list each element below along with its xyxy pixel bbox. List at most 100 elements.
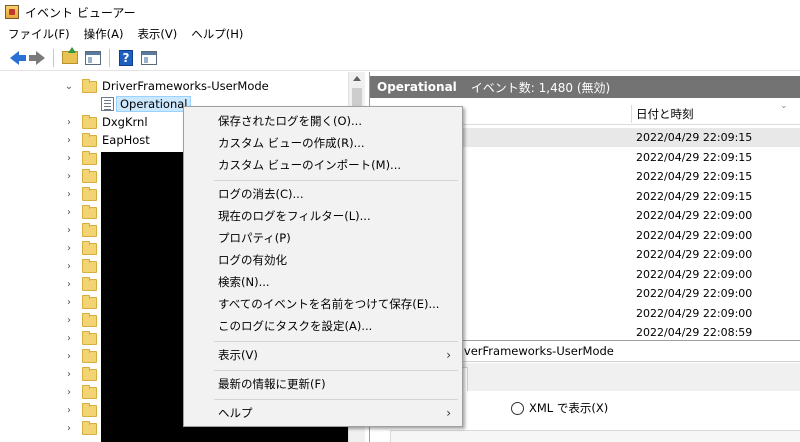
menu-item-label: カスタム ビューのインポート(M)... — [218, 158, 402, 172]
tree-item-label: EapHost — [102, 133, 150, 147]
menu-view[interactable]: 表示(V) — [130, 24, 184, 44]
menu-separator — [214, 180, 458, 181]
folder-icon — [82, 277, 97, 291]
chevron-right-icon[interactable]: › — [64, 423, 74, 434]
show-hide-action-pane-button[interactable] — [139, 48, 159, 68]
menu-separator — [214, 399, 458, 400]
menu-item-find[interactable]: 検索(N)... — [185, 271, 461, 293]
tree-item-label: DxgKrnl — [102, 115, 148, 129]
chevron-right-icon[interactable]: › — [64, 369, 74, 380]
scroll-up-icon[interactable] — [353, 76, 361, 81]
menu-item-attach-task[interactable]: このログにタスクを設定(A)... — [185, 315, 461, 337]
cell-date-time: 2022/04/29 22:09:00 — [636, 287, 753, 300]
chevron-right-icon[interactable]: › — [64, 135, 74, 146]
chevron-right-icon[interactable]: › — [64, 117, 74, 128]
event-count: イベント数: 1,480 (無効) — [470, 80, 611, 95]
menu-help[interactable]: ヘルプ(H) — [184, 24, 250, 44]
menu-separator — [214, 370, 458, 371]
cell-date-time: 2022/04/29 22:09:15 — [636, 131, 753, 144]
menu-item-refresh[interactable]: 最新の情報に更新(F) — [185, 373, 461, 395]
event-detail-source: riverFrameworks-UserMode — [456, 344, 614, 358]
cell-date-time: 2022/04/29 22:09:15 — [636, 189, 753, 203]
folder-up-icon — [62, 47, 78, 64]
folder-icon — [82, 115, 97, 129]
xml-view-option[interactable]: XML で表示(X) — [511, 400, 608, 416]
menu-item-label: ログの有効化 — [218, 253, 287, 267]
cell-date-time: 2022/04/29 22:09:00 — [636, 267, 753, 281]
log-name: Operational — [377, 80, 457, 94]
xml-view-label: XML で表示(X) — [529, 401, 609, 415]
menu-item-label: すべてのイベントを名前をつけて保存(E)... — [218, 297, 440, 311]
up-one-level-button[interactable] — [60, 47, 80, 68]
menu-item-properties[interactable]: プロパティ(P) — [185, 227, 461, 249]
menu-action[interactable]: 操作(A) — [77, 24, 131, 44]
help-button[interactable]: ? — [116, 48, 136, 68]
chevron-right-icon[interactable]: › — [64, 207, 74, 218]
tree-item-driverframeworks[interactable]: ⌄ DriverFrameworks-UserMode — [0, 77, 365, 95]
chevron-right-icon[interactable]: › — [64, 261, 74, 272]
menu-item-import-custom-view[interactable]: カスタム ビューのインポート(M)... — [185, 154, 461, 176]
menu-item-enable-log[interactable]: ログの有効化 — [185, 249, 461, 271]
chevron-right-icon[interactable]: › — [64, 297, 74, 308]
chevron-right-icon: › — [446, 406, 451, 420]
folder-icon — [82, 403, 97, 417]
cell-date-time: 2022/04/29 22:09:00 — [636, 248, 753, 261]
folder-icon — [82, 367, 97, 381]
folder-icon — [82, 151, 97, 165]
folder-icon — [82, 295, 97, 309]
back-arrow-icon — [9, 50, 26, 65]
menu-item-open-saved-log[interactable]: 保存されたログを開く(O)... — [185, 110, 461, 132]
chevron-right-icon[interactable]: › — [64, 189, 74, 200]
context-menu: 保存されたログを開く(O)... カスタム ビューの作成(R)... カスタム … — [183, 106, 463, 427]
folder-icon — [82, 223, 97, 237]
chevron-right-icon[interactable]: › — [64, 225, 74, 236]
xml-view-radio[interactable] — [511, 401, 524, 415]
folder-icon — [82, 241, 97, 255]
toolbar-separator — [109, 48, 110, 67]
folder-icon — [82, 259, 97, 273]
chevron-down-icon[interactable]: ⌄ — [64, 81, 74, 92]
back-button[interactable] — [4, 48, 26, 68]
chevron-right-icon[interactable]: › — [64, 405, 74, 416]
menu-file[interactable]: ファイル(F) — [0, 24, 77, 44]
chevron-right-icon[interactable]: › — [64, 387, 74, 398]
folder-icon — [82, 331, 97, 345]
chevron-right-icon[interactable]: › — [64, 243, 74, 254]
column-divider[interactable] — [631, 105, 632, 123]
chevron-right-icon[interactable]: › — [64, 153, 74, 164]
chevron-right-icon[interactable]: › — [64, 333, 74, 344]
chevron-right-icon[interactable]: › — [64, 279, 74, 290]
folder-icon — [82, 421, 97, 435]
folder-icon — [82, 349, 97, 363]
help-icon: ? — [119, 49, 133, 66]
menu-item-help[interactable]: ヘルプ › — [185, 402, 461, 424]
chevron-right-icon: › — [446, 348, 451, 362]
chevron-right-icon[interactable]: › — [64, 315, 74, 326]
menu-item-clear-log[interactable]: ログの消去(C)... — [185, 183, 461, 205]
folder-icon — [82, 187, 97, 201]
title-bar: イベント ビューアー — [0, 0, 800, 24]
menu-item-label: プロパティ(P) — [218, 231, 291, 245]
menu-item-save-all-events-as[interactable]: すべてのイベントを名前をつけて保存(E)... — [185, 293, 461, 315]
chevron-right-icon[interactable]: › — [64, 351, 74, 362]
toolbar-separator — [53, 48, 54, 67]
cell-date-time: 2022/04/29 22:09:00 — [636, 209, 753, 222]
chevron-right-icon[interactable]: › — [64, 171, 74, 182]
forward-arrow-icon — [29, 50, 45, 65]
forward-button[interactable] — [27, 48, 47, 68]
folder-icon — [82, 133, 97, 147]
menu-item-create-custom-view[interactable]: カスタム ビューの作成(R)... — [185, 132, 461, 154]
column-header-date[interactable]: 日付と時刻 — [636, 103, 694, 125]
menu-item-label: 最新の情報に更新(F) — [218, 377, 326, 391]
menu-item-filter-current-log[interactable]: 現在のログをフィルター(L)... — [185, 205, 461, 227]
tree-item-label: DriverFrameworks-UserMode — [102, 79, 269, 93]
menu-item-view[interactable]: 表示(V) › — [185, 344, 461, 366]
menu-item-label: ヘルプ — [218, 406, 253, 420]
events-pane-header: Operational イベント数: 1,480 (無効) — [370, 76, 800, 98]
show-hide-console-tree-button[interactable] — [83, 48, 103, 68]
toolbar: ? — [0, 45, 800, 71]
log-icon — [101, 97, 114, 111]
menu-item-label: 検索(N)... — [218, 275, 270, 289]
folder-icon — [82, 205, 97, 219]
folder-icon — [82, 313, 97, 327]
